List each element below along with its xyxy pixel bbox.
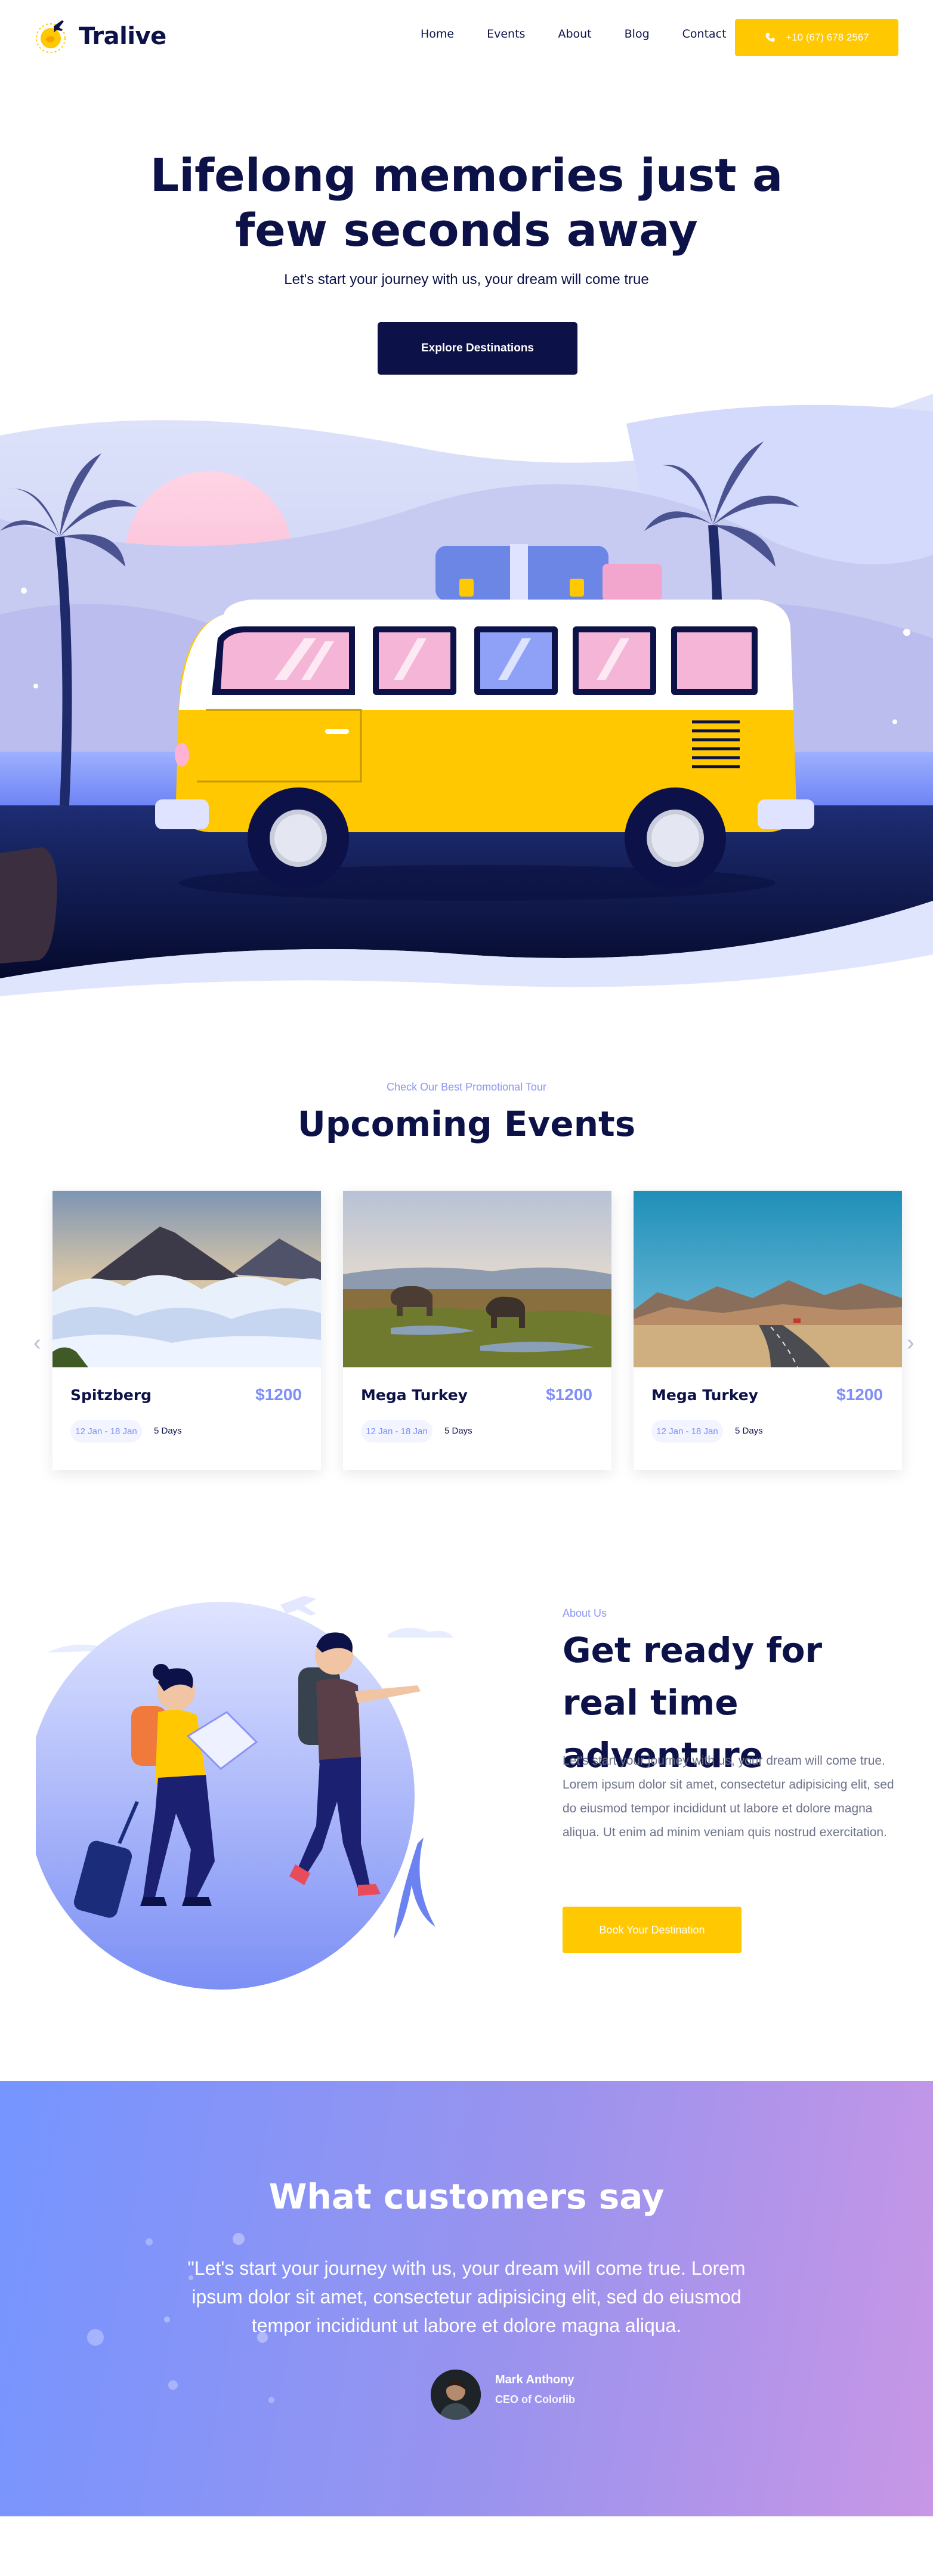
hero-subtitle: Let's start your journey with us, your d… [284, 271, 649, 288]
event-duration: 5 Days [154, 1426, 182, 1436]
event-price: $1200 [255, 1385, 302, 1404]
event-name: Spitzberg [70, 1386, 152, 1404]
avatar [431, 2370, 481, 2420]
event-name: Mega Turkey [361, 1386, 468, 1404]
menu-events[interactable]: Events [487, 27, 525, 41]
event-price: $1200 [546, 1385, 592, 1404]
chevron-right-icon[interactable]: › [907, 1330, 915, 1356]
chevron-left-icon[interactable]: ‹ [33, 1330, 41, 1356]
menu-about[interactable]: About [558, 27, 591, 41]
event-card[interactable]: Spitzberg $1200 12 Jan - 18 Jan 5 Days [52, 1191, 321, 1470]
event-name: Mega Turkey [651, 1386, 758, 1404]
site-header: Tralive Home Events About Blog Contact +… [0, 0, 933, 75]
event-duration: 5 Days [735, 1426, 763, 1436]
hero-title-line1: Lifelong memories just a [150, 149, 783, 202]
book-destination-button[interactable]: Book Your Destination [563, 1907, 742, 1953]
event-date-badge: 12 Jan - 18 Jan [70, 1420, 142, 1443]
testimonial-author: Mark Anthony [495, 2373, 574, 2386]
testimonial-title: What customers say [268, 2176, 665, 2217]
testimonial-role: CEO of Colorlib [495, 2393, 575, 2405]
logo-text: Tralive [79, 23, 166, 50]
main-menu: Home Events About Blog Contact [421, 27, 759, 41]
menu-contact[interactable]: Contact [682, 27, 727, 41]
events-title: Upcoming Events [297, 1104, 636, 1144]
explore-destinations-button[interactable]: Explore Destinations [378, 322, 577, 375]
phone-icon [765, 33, 775, 42]
logo-icon [36, 20, 66, 53]
logo[interactable]: Tralive [31, 16, 166, 57]
menu-blog[interactable]: Blog [625, 27, 650, 41]
about-text: Let's start your journey with us, your d… [563, 1754, 894, 1839]
about-kicker: About Us [563, 1607, 607, 1619]
event-price: $1200 [836, 1385, 883, 1404]
hero-title-line2: few seconds away [235, 203, 698, 257]
hero-title: Lifelong memories just a few seconds awa… [0, 148, 933, 258]
event-image-elephants [343, 1191, 611, 1367]
testimonial-quote: "Let's start your journey with us, your … [187, 2257, 746, 2336]
event-date-badge: 12 Jan - 18 Jan [361, 1420, 432, 1443]
event-date-badge: 12 Jan - 18 Jan [651, 1420, 723, 1443]
event-image-spitzberg [52, 1191, 321, 1367]
event-card[interactable]: Mega Turkey $1200 12 Jan - 18 Jan 5 Days [634, 1191, 902, 1470]
phone-button[interactable]: +10 (67) 678 2567 [735, 19, 898, 56]
events-kicker: Check Our Best Promotional Tour [387, 1081, 546, 1093]
testimonial-section: What customers say "Let's start your jou… [0, 2081, 933, 2516]
travelers-illustration [36, 1596, 453, 1990]
event-image-road [634, 1191, 902, 1368]
phone-number: +10 (67) 678 2567 [786, 32, 869, 43]
menu-home[interactable]: Home [421, 27, 454, 41]
event-duration: 5 Days [444, 1426, 472, 1436]
event-card[interactable]: Mega Turkey $1200 12 Jan - 18 Jan 5 Days [343, 1191, 611, 1470]
hero-van-illustration [0, 394, 933, 996]
